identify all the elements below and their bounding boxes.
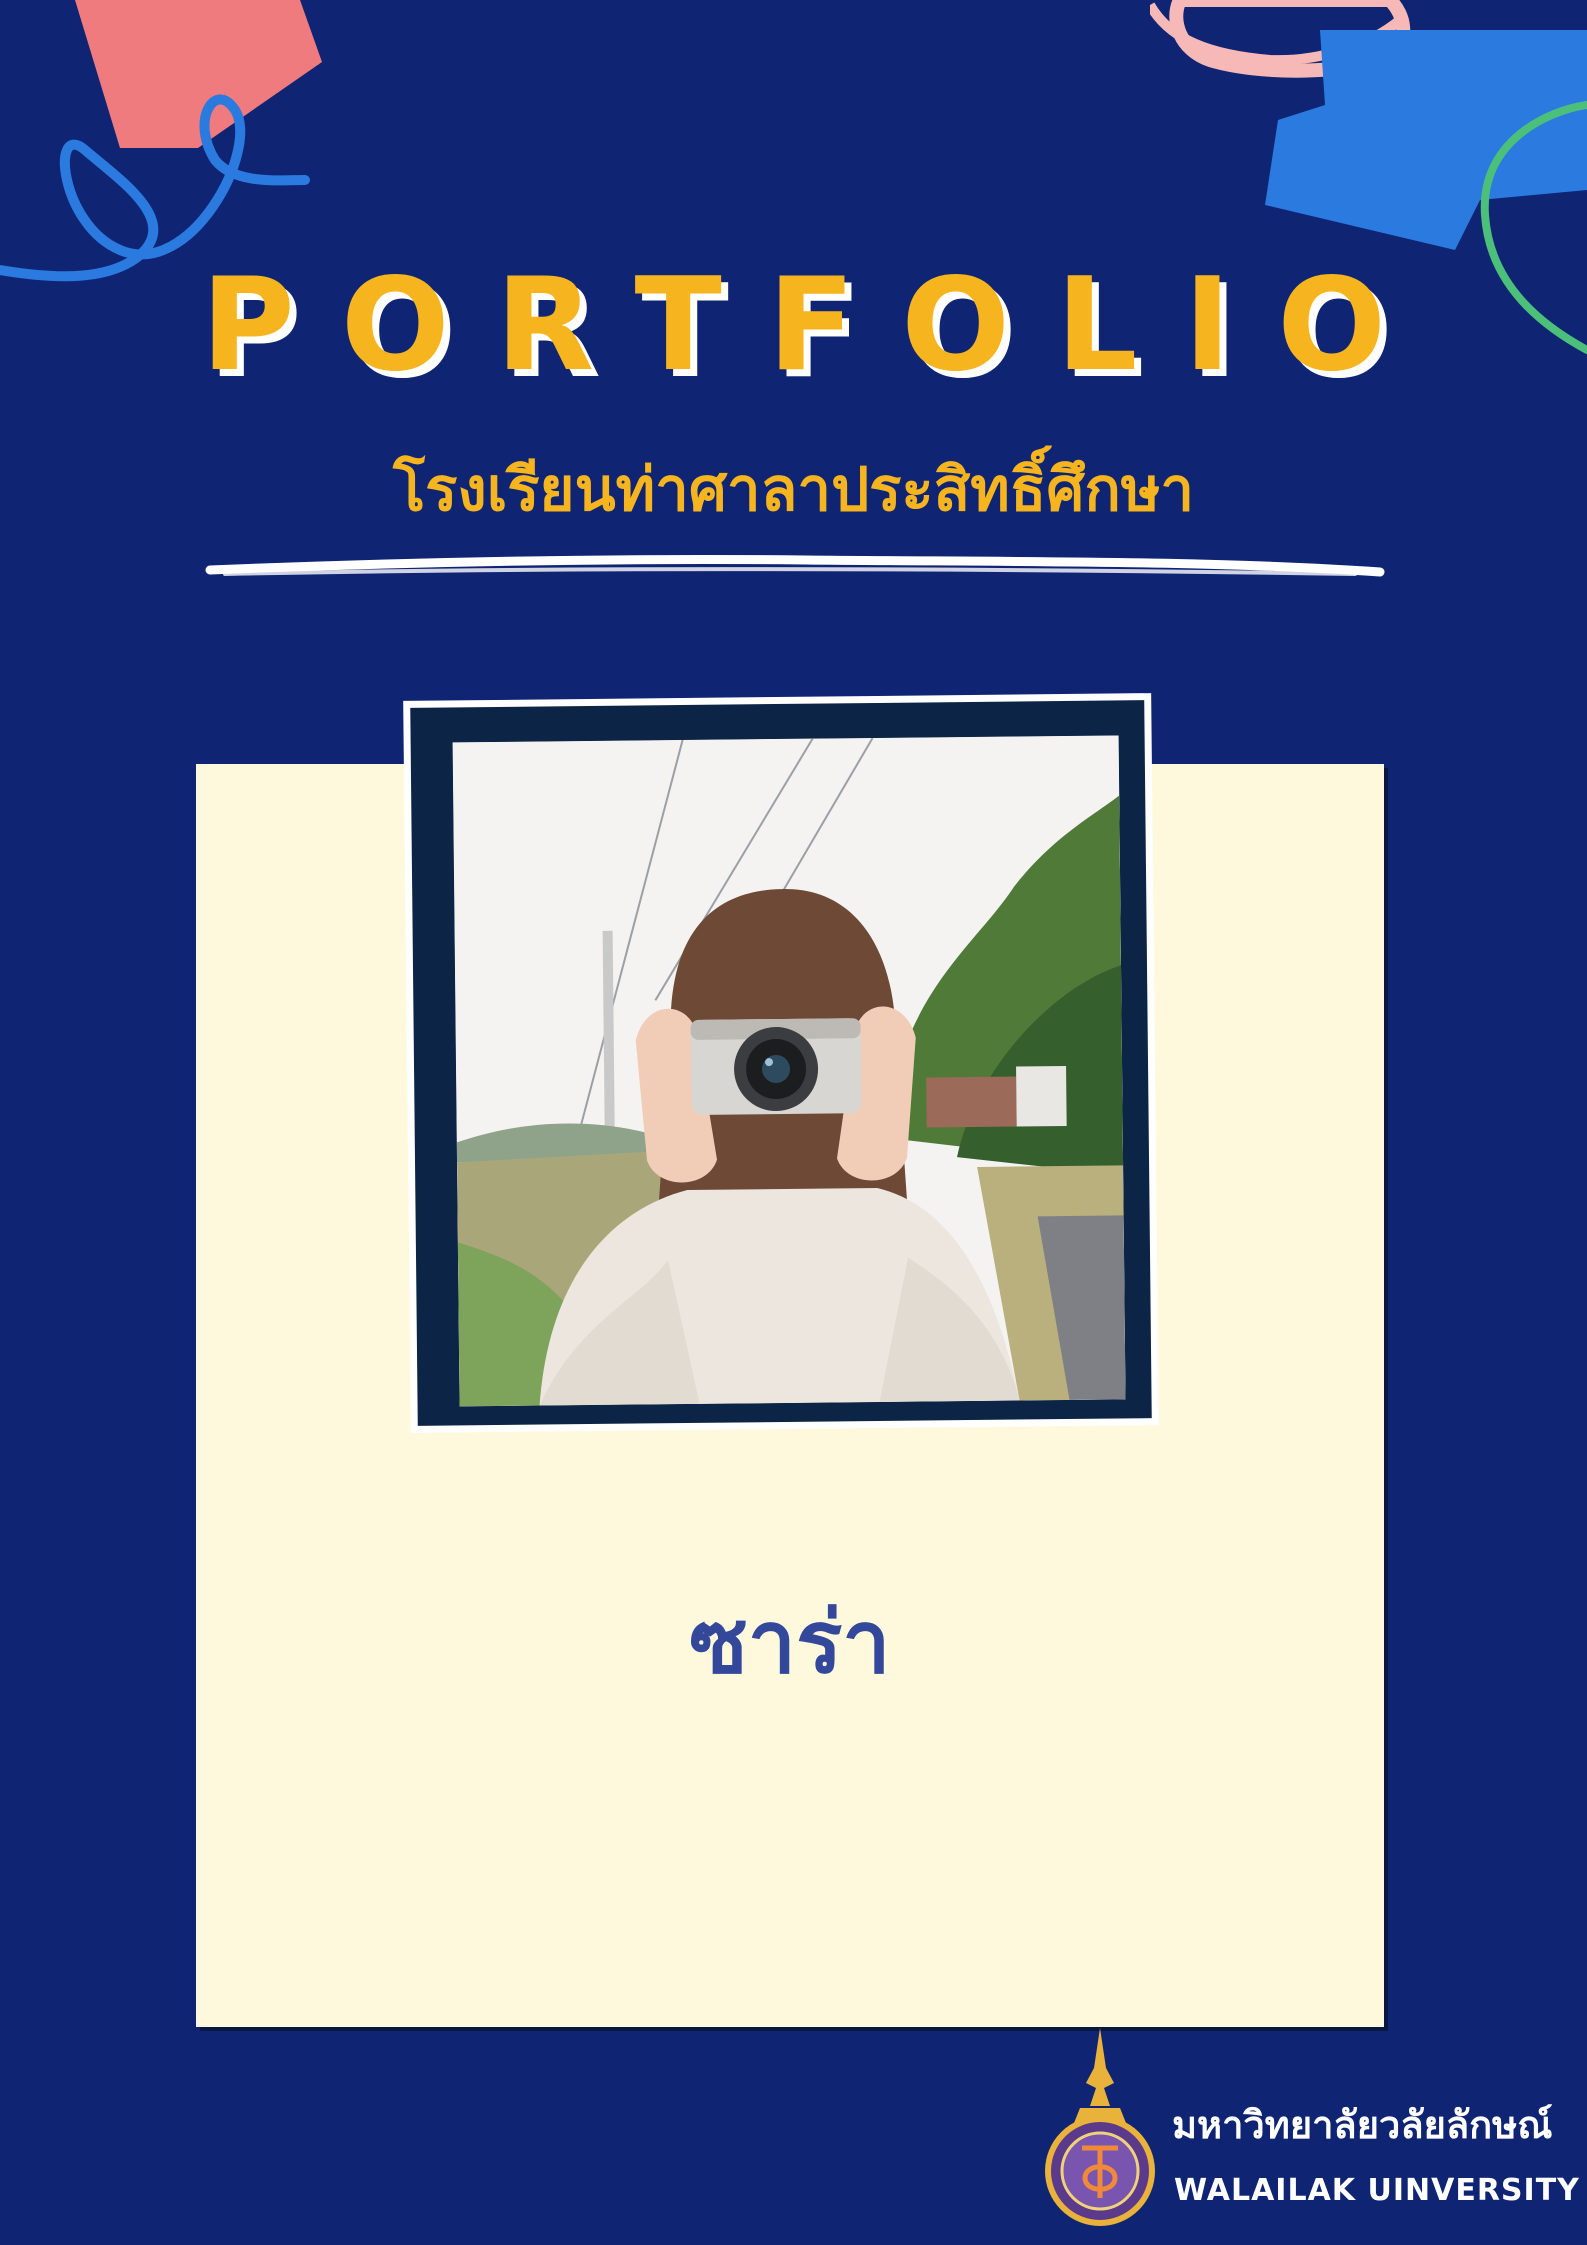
photo-frame	[403, 693, 1159, 1433]
walailak-university-seal-icon	[1045, 2028, 1155, 2226]
photo-frame-border	[410, 700, 1152, 1426]
school-name: โรงเรียนท่าศาลาประสิทธิ์ศึกษา	[392, 455, 1195, 525]
portfolio-cover-page: { "cover": { "title": "PORTFOLIO", "scho…	[0, 0, 1587, 2245]
university-name-thai: มหาวิทยาลัยวลัยลักษณ์	[1172, 2103, 1553, 2147]
portfolio-title: PORTFOLIO	[201, 251, 1432, 400]
university-name-english: WALAILAK UINVERSITY	[1174, 2173, 1580, 2208]
photo-illustration	[452, 735, 1126, 1407]
title-underline	[205, 554, 1385, 577]
student-name: ซาร่า	[689, 1593, 891, 1693]
student-photo	[452, 735, 1126, 1407]
